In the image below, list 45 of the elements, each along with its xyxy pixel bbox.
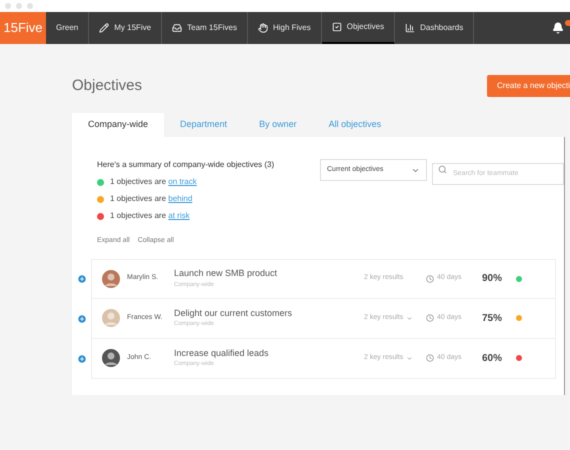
notification-badge-icon [565,20,570,26]
expand-icon[interactable] [77,274,87,284]
clock-icon [426,274,434,282]
caret-icon [406,354,414,362]
clock-icon [426,314,434,322]
nav-item[interactable]: High Fives [248,12,322,44]
nav-item[interactable]: My 15Five [89,12,162,44]
tab[interactable]: By owner [243,113,313,137]
nav-item[interactable]: Team 15Fives [162,12,248,44]
caret-icon [406,314,414,322]
tab[interactable]: All objectives [312,113,398,137]
create-objective-button[interactable]: Create a new objecti [487,75,570,97]
progress-percent: 90% [482,272,504,286]
avatar [102,349,120,367]
pencil-icon [99,23,110,33]
status-link[interactable]: on track [168,177,197,186]
nav-item[interactable]: Green [46,12,90,44]
objective-title: Increase qualified leads [174,346,270,360]
expand-icon[interactable] [77,354,87,364]
nav-item[interactable]: Objectives [322,12,396,44]
status-link[interactable]: at risk [168,211,190,220]
objective-title: Delight our current customers [174,306,294,320]
avatar [102,270,120,288]
logo[interactable]: 15Five [0,12,46,44]
inbox-icon [172,23,182,33]
clock-icon [426,354,434,362]
summary-line: 1 objectives are at risk [110,210,190,222]
search-icon [438,165,447,174]
summary-heading: Here's a summary of company-wide objectives (3) [97,159,274,171]
nav-item[interactable]: Dashboards [395,12,474,44]
status-link[interactable]: behind [168,194,192,203]
progress-percent: 60% [482,352,504,366]
summary-line: 1 objectives are behind [110,193,192,205]
hand-icon [258,23,268,33]
checkbox-icon [332,22,342,32]
expand-icon[interactable] [77,314,87,324]
progress-percent: 75% [482,312,504,326]
bell-icon[interactable] [552,22,564,34]
page-title: Objectives [72,76,142,96]
tab[interactable]: Department [164,113,244,137]
summary-line: 1 objectives are on track [110,176,197,188]
tab[interactable]: Company-wide [72,113,164,137]
bar-chart-icon [405,23,416,33]
objective-title: Launch new SMB product [174,267,278,280]
avatar [102,309,120,327]
